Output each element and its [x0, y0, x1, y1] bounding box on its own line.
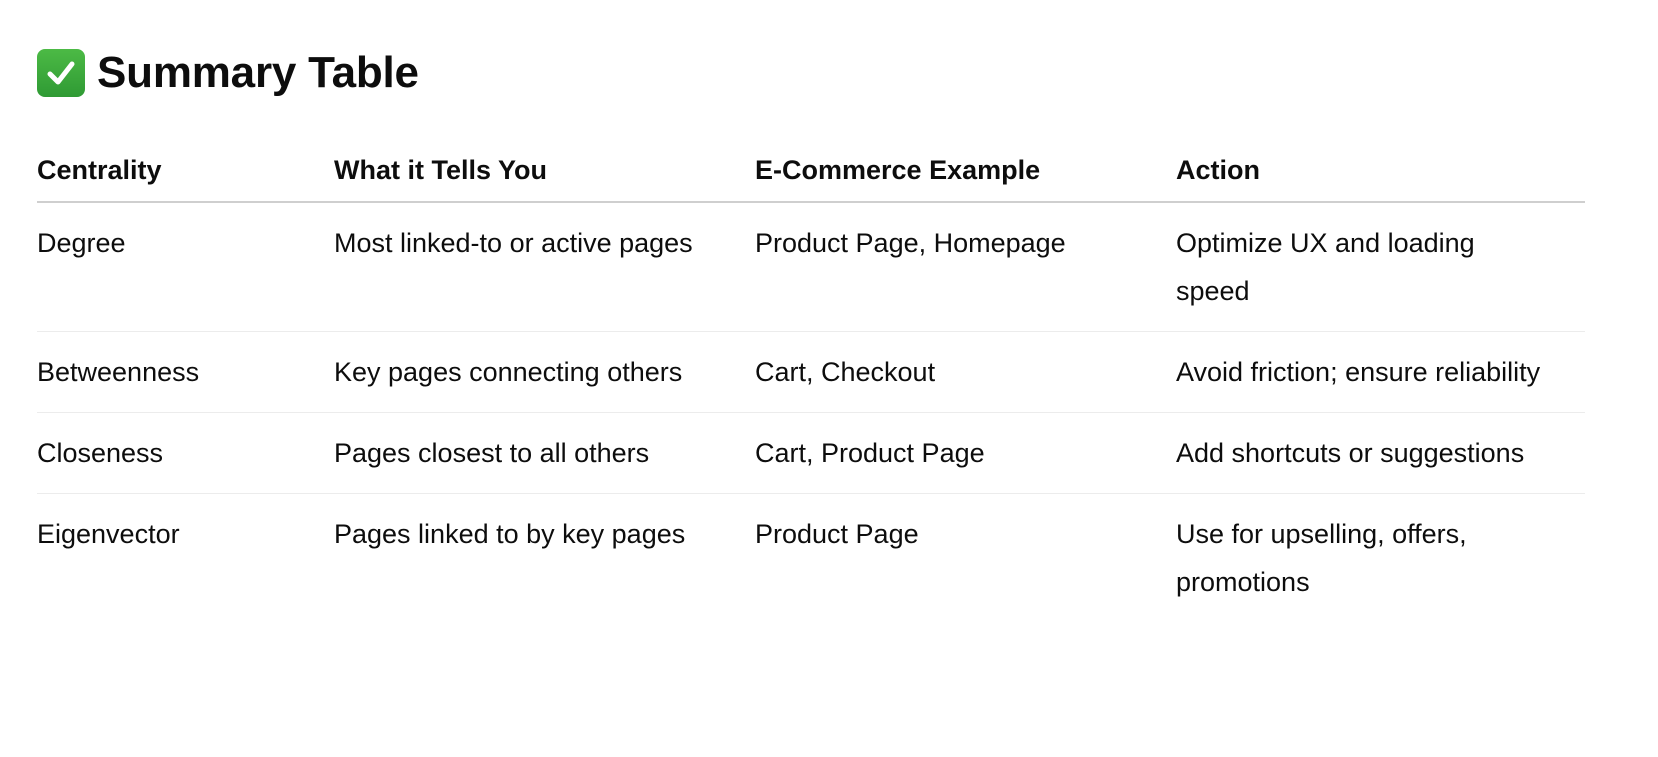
table-cell-centrality: Closeness [37, 412, 334, 494]
section-heading: Summary Table [37, 44, 419, 102]
table-row: Eigenvector Pages linked to by key pages… [37, 494, 1585, 623]
table-cell-ecommerce-example: Product Page, Homepage [755, 202, 1176, 332]
table-cell-what-it-tells-you: Most linked-to or active pages [334, 202, 755, 332]
table-cell-action: Optimize UX and loading speed [1176, 202, 1585, 332]
column-header-centrality: Centrality [37, 140, 334, 203]
column-header-action: Action [1176, 140, 1585, 203]
table-cell-action: Use for upselling, offers, promotions [1176, 519, 1467, 597]
table-cell-ecommerce-example: Cart, Product Page [755, 412, 1176, 494]
table-cell-ecommerce-example: Product Page [755, 519, 919, 549]
table-cell-action: Avoid friction; ensure reliability [1176, 331, 1585, 413]
column-header-what-it-tells-you: What it Tells You [334, 140, 755, 203]
table-row: Closeness Pages closest to all others Ca… [37, 412, 1585, 494]
column-header-ecommerce-example: E-Commerce Example [755, 140, 1176, 203]
table-cell-centrality: Betweenness [37, 331, 334, 413]
table-cell-centrality: Eigenvector [37, 519, 180, 549]
table-cell-action: Add shortcuts or suggestions [1176, 412, 1585, 494]
table-cell-ecommerce-example: Cart, Checkout [755, 331, 1176, 413]
summary-table: Centrality What it Tells You E-Commerce … [37, 140, 1585, 622]
table-row: Degree Most linked-to or active pages Pr… [37, 202, 1585, 332]
table-cell-what-it-tells-you: Key pages connecting others [334, 331, 755, 413]
table-cell-what-it-tells-you: Pages linked to by key pages [334, 519, 686, 549]
check-mark-button-icon [37, 49, 85, 97]
heading-title: Summary Table [97, 48, 419, 97]
table-cell-what-it-tells-you: Pages closest to all others [334, 412, 755, 494]
table-row: Betweenness Key pages connecting others … [37, 331, 1585, 413]
table-header-row: Centrality What it Tells You E-Commerce … [37, 140, 1585, 203]
table-cell-centrality: Degree [37, 202, 334, 332]
